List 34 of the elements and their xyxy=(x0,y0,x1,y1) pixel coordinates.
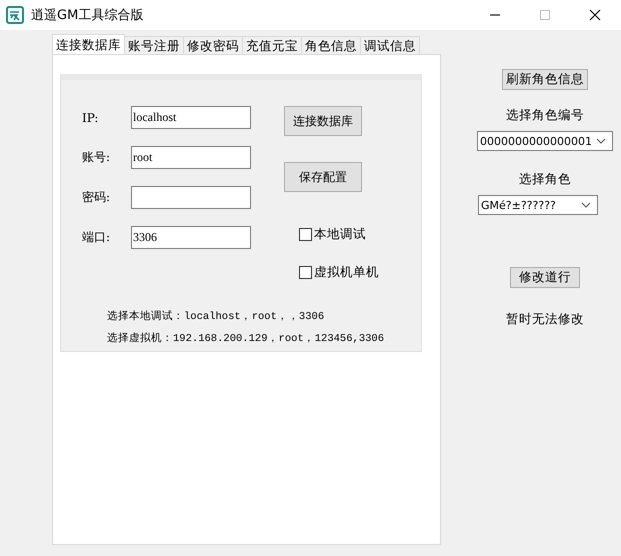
tab[interactable]: 修改密码 xyxy=(183,36,243,54)
window-title: 逍遥GM工具综合版 xyxy=(31,7,144,24)
chevron-icon xyxy=(596,138,606,144)
select-label: 选择角色 xyxy=(519,171,571,188)
input-field[interactable]: 3306 xyxy=(131,226,251,249)
field-label: 账号: xyxy=(82,149,112,166)
refresh-button[interactable]: 刷新角色信息 xyxy=(502,69,588,90)
input-field[interactable] xyxy=(131,186,251,209)
hint-text: 选择虚拟机：192.168.200.129，root，123456,3306 xyxy=(107,331,386,345)
field-label: IP: xyxy=(82,110,100,124)
chevron-icon xyxy=(581,202,591,208)
tab[interactable]: 调试信息 xyxy=(360,36,420,54)
select-label: 选择角色编号 xyxy=(506,107,584,124)
app-icon xyxy=(6,6,24,24)
action-button[interactable]: 连接数据库 xyxy=(284,106,362,136)
modify-button[interactable]: 修改道行 xyxy=(510,267,580,288)
close-icon[interactable] xyxy=(589,9,601,21)
role-dropdown[interactable]: GMé?±?????? xyxy=(478,195,598,215)
input-field[interactable]: localhost xyxy=(131,106,251,129)
tab[interactable]: 角色信息 xyxy=(301,36,361,54)
checkbox[interactable] xyxy=(299,228,312,241)
field-label: 密码: xyxy=(82,189,112,206)
input-field[interactable]: root xyxy=(131,146,251,169)
hint-text: 选择本地调试：localhost，root，，3306 xyxy=(107,309,326,323)
checkbox-label: 本地调试 xyxy=(314,226,366,243)
status-text: 暂时无法修改 xyxy=(506,311,584,328)
role-id-dropdown[interactable]: 0000000000000001 xyxy=(477,131,613,151)
checkbox[interactable] xyxy=(299,266,312,279)
action-button[interactable]: 保存配置 xyxy=(284,162,362,192)
field-label: 端口: xyxy=(82,229,112,246)
checkbox-label: 虚拟机单机 xyxy=(314,264,379,281)
tab[interactable]: 账号注册 xyxy=(124,36,184,54)
tab[interactable]: 充值元宝 xyxy=(242,36,302,54)
tab[interactable]: 连接数据库 xyxy=(52,34,125,54)
